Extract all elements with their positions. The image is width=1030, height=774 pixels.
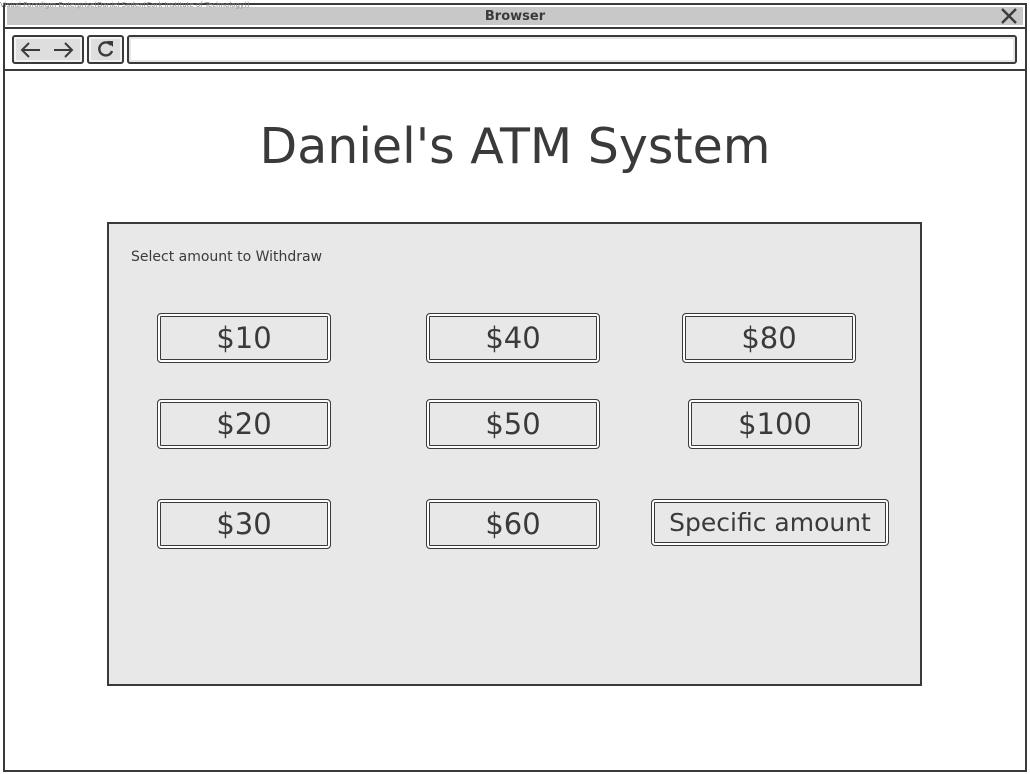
arrow-right-icon[interactable] <box>52 41 74 59</box>
withdraw-prompt: Select amount to Withdraw <box>131 249 323 265</box>
close-icon[interactable] <box>999 6 1019 26</box>
address-bar[interactable] <box>127 35 1017 64</box>
withdraw-100-button[interactable]: $100 <box>688 399 862 449</box>
withdraw-50-button[interactable]: $50 <box>426 399 600 449</box>
withdraw-80-button[interactable]: $80 <box>682 313 856 363</box>
reload-icon <box>96 39 116 63</box>
arrow-left-icon[interactable] <box>20 41 42 59</box>
withdraw-panel: Select amount to Withdraw $10 $40 $80 $2… <box>107 222 922 686</box>
window-title: Browser <box>484 9 546 24</box>
page-title: Daniel's ATM System <box>259 118 771 175</box>
nav-buttons <box>12 35 84 64</box>
withdraw-30-button[interactable]: $30 <box>157 499 331 549</box>
withdraw-20-button[interactable]: $20 <box>157 399 331 449</box>
address-input[interactable] <box>135 39 1009 62</box>
withdraw-60-button[interactable]: $60 <box>426 499 600 549</box>
withdraw-40-button[interactable]: $40 <box>426 313 600 363</box>
browser-toolbar <box>5 29 1025 71</box>
specific-amount-button[interactable]: Specific amount <box>651 499 889 546</box>
withdraw-10-button[interactable]: $10 <box>157 313 331 363</box>
watermark: Visual Paradigm Enterprise(Daniel Soden(… <box>0 1 250 9</box>
reload-button[interactable] <box>87 35 124 64</box>
